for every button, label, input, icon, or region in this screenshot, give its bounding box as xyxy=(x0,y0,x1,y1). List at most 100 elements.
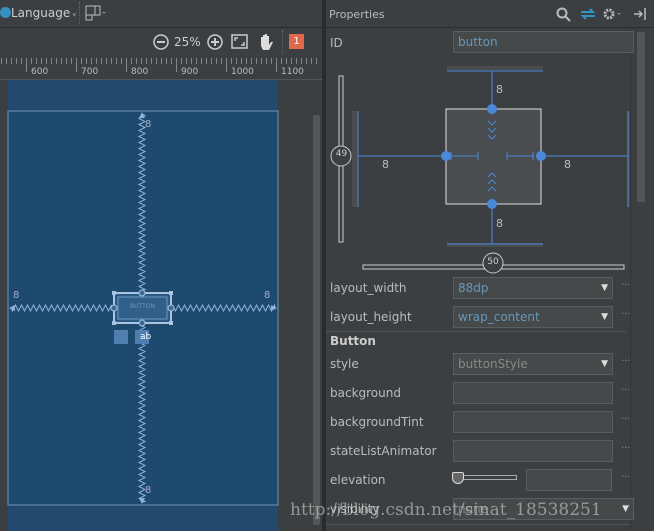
ruler-tick xyxy=(181,58,182,64)
chevron-down-icon: ▼ xyxy=(601,359,608,369)
ruler-label: 600 xyxy=(31,67,49,77)
margin-top-label: 8 xyxy=(145,119,152,130)
ruler-tick xyxy=(316,58,317,64)
more-options-button[interactable]: ··· xyxy=(621,472,631,483)
slider-thumb[interactable] xyxy=(452,472,464,484)
ruler-label: 1100 xyxy=(281,67,304,77)
prop-label-stateListAnimator: stateListAnimator xyxy=(330,444,437,458)
more-options-button[interactable]: ··· xyxy=(621,414,631,425)
zoom-fit-icon[interactable] xyxy=(231,34,249,50)
ruler-tick xyxy=(221,58,222,64)
ruler-tick xyxy=(76,58,77,72)
ruler-tick xyxy=(106,58,107,64)
ruler-tick xyxy=(21,58,22,64)
ruler-tick xyxy=(91,58,92,64)
ruler-tick xyxy=(131,58,132,64)
ruler-tick xyxy=(146,58,147,64)
background-input[interactable] xyxy=(453,382,613,404)
properties-title: Properties xyxy=(329,8,385,21)
layout-variant-icon[interactable] xyxy=(85,5,106,21)
ruler-tick xyxy=(276,58,277,72)
style-dropdown[interactable]: buttonStyle ▼ xyxy=(453,353,613,375)
elevation-input[interactable] xyxy=(526,469,612,491)
ruler-tick xyxy=(196,58,197,64)
ruler-tick xyxy=(46,58,47,64)
ruler-tick xyxy=(61,58,62,64)
properties-header: Properties xyxy=(326,0,654,28)
visibility-dropdown[interactable]: none ▼ xyxy=(453,498,634,520)
section-button-header: Button xyxy=(330,334,376,348)
ruler-tick xyxy=(191,58,192,64)
hide-panel-icon[interactable] xyxy=(633,7,647,21)
inspector-margin-left[interactable]: 8 xyxy=(382,158,389,171)
ruler-tick xyxy=(291,58,292,64)
ruler-tick xyxy=(66,58,67,64)
ruler-tick xyxy=(116,58,117,64)
ruler-tick xyxy=(6,58,7,64)
chevron-down-icon: ▼ xyxy=(601,312,608,322)
swap-view-icon[interactable] xyxy=(579,7,597,21)
search-icon[interactable] xyxy=(556,7,572,23)
field-value: wrap_content xyxy=(458,310,540,324)
ruler-tick xyxy=(286,58,287,64)
more-options-button[interactable]: ··· xyxy=(621,501,631,512)
prop-label-visibility: visibility xyxy=(330,502,380,516)
ruler-tick xyxy=(86,58,87,64)
properties-scrollbar[interactable] xyxy=(630,28,654,531)
layout_height-dropdown[interactable]: wrap_content ▼ xyxy=(453,306,613,328)
ruler-tick xyxy=(226,58,227,72)
zoom-in-icon[interactable] xyxy=(206,33,224,51)
ruler-tick xyxy=(246,58,247,64)
prop-label-background: background xyxy=(330,386,401,400)
ruler-tick xyxy=(311,58,312,64)
prop-label-layout_width: layout_width xyxy=(330,281,407,295)
vertical-bias-slider[interactable]: 49 xyxy=(332,149,351,159)
ruler-tick xyxy=(126,58,127,72)
button-widget[interactable]: BUTTON xyxy=(118,303,167,310)
inspector-margin-right[interactable]: 8 xyxy=(564,158,571,171)
pan-hand-icon[interactable] xyxy=(257,32,275,52)
ruler-tick xyxy=(166,58,167,64)
prop-label-backgroundTint: backgroundTint xyxy=(330,415,424,429)
prop-label-elevation: elevation xyxy=(330,473,386,487)
design-editor-panel: Language ▾ 25% 1 600 700 800 900 1000 1100 ab xyxy=(0,0,322,531)
ruler-tick xyxy=(241,58,242,64)
gear-icon[interactable] xyxy=(602,7,622,21)
more-options-button[interactable]: ··· xyxy=(621,385,631,396)
chevron-down-icon: ▼ xyxy=(601,283,608,293)
ruler-tick xyxy=(51,58,52,64)
ruler-tick xyxy=(121,58,122,64)
globe-icon xyxy=(0,7,11,18)
ruler-tick xyxy=(1,58,2,64)
backgroundTint-input[interactable] xyxy=(453,411,613,433)
more-options-button[interactable]: ··· xyxy=(621,280,631,291)
ruler-tick xyxy=(261,58,262,64)
section-divider xyxy=(326,524,630,525)
inspector-margin-top[interactable]: 8 xyxy=(496,83,503,96)
ruler-label: 800 xyxy=(131,67,149,77)
warnings-badge[interactable]: 1 xyxy=(289,34,304,49)
id-input[interactable]: button xyxy=(453,31,634,53)
language-dropdown[interactable]: Language ▾ xyxy=(11,6,76,20)
zoom-out-icon[interactable] xyxy=(152,33,170,51)
ruler-tick xyxy=(301,58,302,64)
more-options-button[interactable]: ··· xyxy=(621,356,631,367)
layout_width-dropdown[interactable]: 88dp ▼ xyxy=(453,277,613,299)
elevation-slider[interactable] xyxy=(452,472,517,484)
zoom-toolbar: 25% 1 xyxy=(0,28,322,56)
margin-left-label: 8 xyxy=(13,290,20,301)
inspector-margin-bottom[interactable]: 8 xyxy=(496,217,503,230)
id-label: ID xyxy=(330,36,343,50)
toolbar-separator xyxy=(79,2,80,24)
stateListAnimator-input[interactable] xyxy=(453,440,613,462)
ruler-tick xyxy=(296,58,297,64)
ruler-tick xyxy=(71,58,72,64)
ruler-tick xyxy=(216,58,217,64)
language-label: Language xyxy=(11,6,71,20)
ruler-tick xyxy=(281,58,282,64)
field-value: none xyxy=(458,502,488,516)
horizontal-bias-slider[interactable]: 50 xyxy=(483,257,503,267)
more-options-button[interactable]: ··· xyxy=(621,309,631,320)
field-value: 88dp xyxy=(458,281,489,295)
more-options-button[interactable]: ··· xyxy=(621,443,631,454)
